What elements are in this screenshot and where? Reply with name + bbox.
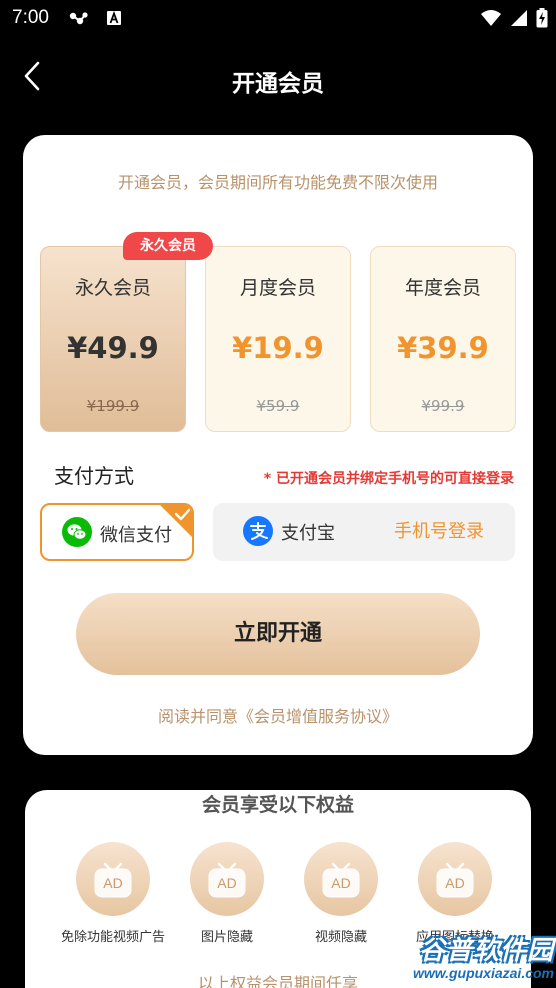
open-membership-button[interactable]: 立即开通 (76, 593, 480, 675)
signal-icon (510, 9, 528, 31)
ad-tv-icon: AD (304, 842, 378, 916)
wechat-icon (62, 517, 92, 551)
benefits-title: 会员享受以下权益 (201, 794, 354, 816)
alipay-group: 支付宝 手机号登录 (213, 503, 515, 561)
wechat-pay-option[interactable]: 微信支付 (40, 503, 194, 561)
svg-text:AD: AD (103, 875, 122, 891)
page-title: 开通会员 (232, 71, 324, 97)
plan-badge: 永久会员 (123, 232, 213, 260)
ad-tv-icon: AD (190, 842, 264, 916)
benefit-label: 图片隐藏 (200, 930, 253, 945)
svg-text:AD: AD (331, 875, 350, 891)
plan-price: ¥19.9 (232, 331, 324, 365)
watermark-url: www.gupuxiazai.com (412, 965, 554, 981)
membership-card: 开通会员，会员期间所有功能免费不限次使用 永久会员 永久会员 ¥49.9 ¥19… (23, 135, 533, 755)
accessibility-icon (68, 10, 90, 32)
alipay-label: 支付宝 (281, 523, 335, 544)
watermark-logo: 谷普软件园 (418, 936, 554, 966)
status-time: 7:00 (12, 7, 49, 28)
svg-text:AD: AD (445, 875, 464, 891)
ad-tv-icon: AD (76, 842, 150, 916)
phone-login-button[interactable]: 手机号登录 (363, 503, 515, 561)
plan-original-price: ¥59.9 (256, 397, 300, 415)
payment-title: 支付方式 (54, 464, 134, 488)
benefit-label: 视频隐藏 (314, 930, 367, 945)
plan-name: 年度会员 (404, 277, 481, 299)
a-box-icon (106, 10, 122, 30)
plan-name: 月度会员 (239, 277, 316, 299)
benefit-item: AD 免除功能视频广告 (53, 842, 173, 945)
benefit-item: AD 视频隐藏 (281, 842, 401, 945)
alipay-icon (243, 516, 273, 550)
battery-charging-icon (536, 8, 548, 32)
membership-subtitle: 开通会员，会员期间所有功能免费不限次使用 (117, 173, 438, 192)
agreement-link[interactable]: 阅读并同意《会员增值服务协议》 (23, 703, 533, 727)
ad-tv-icon: AD (418, 842, 492, 916)
title-bar: 开通会员 (0, 52, 556, 104)
plan-price: ¥49.9 (67, 331, 159, 365)
plan-name: 永久会员 (74, 277, 151, 299)
plan-original-price: ¥99.9 (421, 397, 465, 415)
plan-card-yearly[interactable]: 年度会员 ¥39.9 ¥99.9 (370, 246, 516, 432)
benefit-label: 免除功能视频广告 (60, 930, 165, 945)
plan-card-monthly[interactable]: 月度会员 ¥19.9 ¥59.9 (205, 246, 351, 432)
benefit-item: AD 图片隐藏 (167, 842, 287, 945)
status-bar: 7:00 (0, 0, 556, 38)
plan-price: ¥39.9 (397, 331, 489, 365)
check-icon (158, 505, 192, 539)
plan-card-lifetime[interactable]: 永久会员 ¥49.9 ¥199.9 (40, 246, 186, 432)
wifi-icon (480, 9, 502, 31)
svg-text:AD: AD (217, 875, 236, 891)
alipay-option[interactable]: 支付宝 (213, 503, 363, 561)
payment-note: * 已开通会员并绑定手机号的可直接登录 (263, 471, 514, 487)
plan-original-price: ¥199.9 (86, 397, 140, 415)
watermark: 谷普软件园 www.gupuxiazai.com (386, 930, 554, 986)
